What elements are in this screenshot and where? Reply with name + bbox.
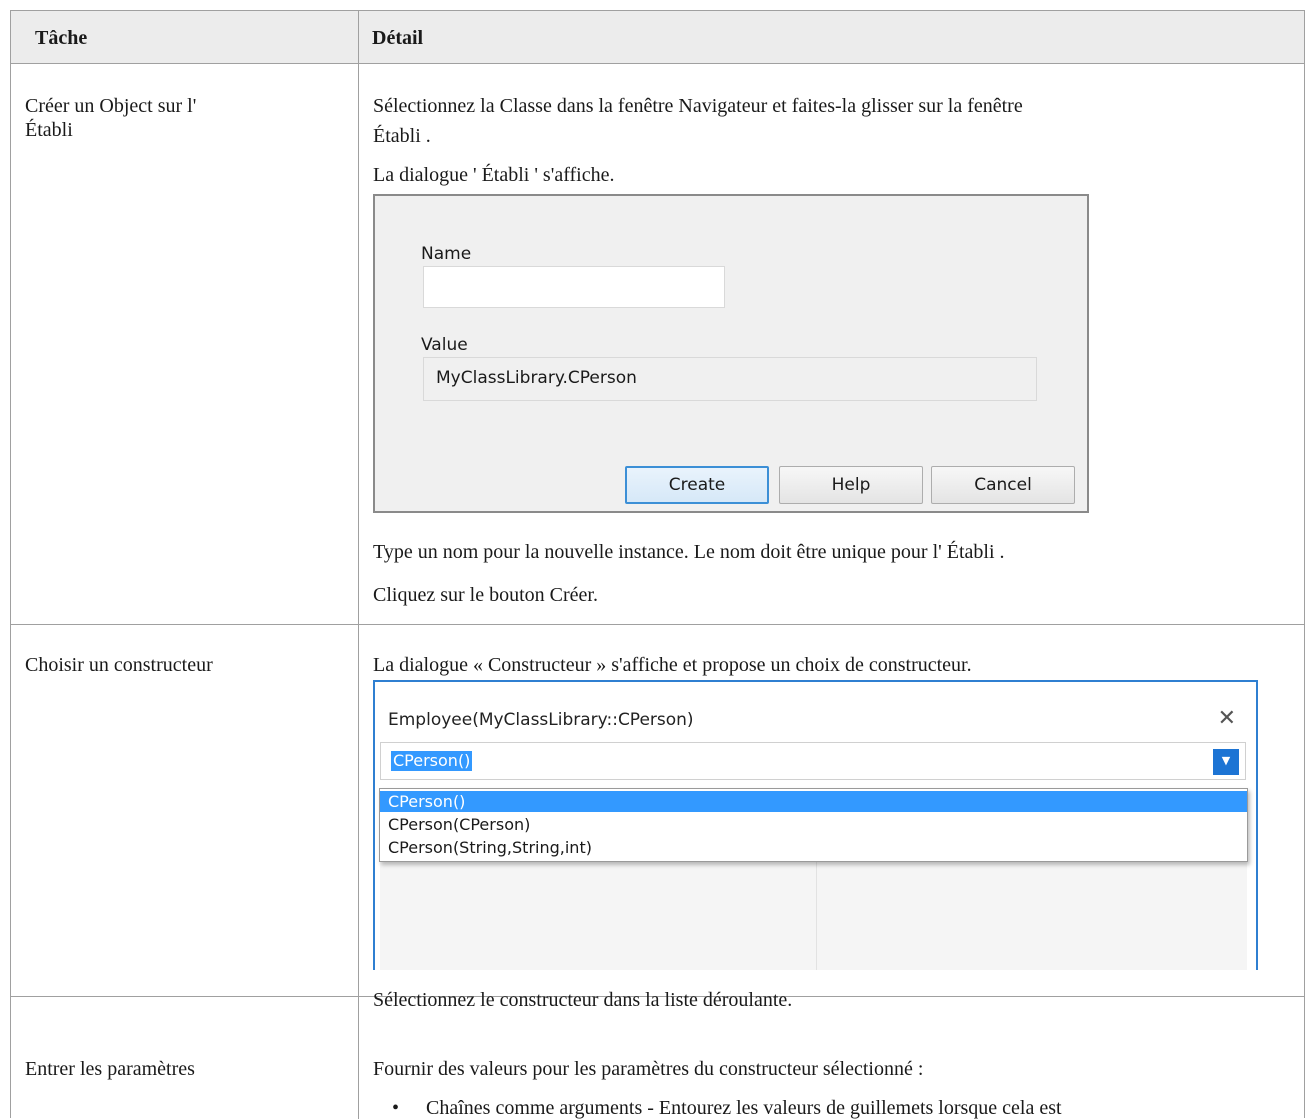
bullet-text: Chaînes comme arguments - Entourez les v… <box>426 1097 1062 1119</box>
row1-intro-line1: Sélectionnez la Classe dans la fenêtre N… <box>373 95 1023 117</box>
row1-after2: Cliquez sur le bouton Créer. <box>373 584 598 606</box>
row3-intro: Fournir des valeurs pour les paramètres … <box>373 1058 924 1080</box>
list-item[interactable]: CPerson(String,String,int) <box>380 837 1247 858</box>
constructor-dropdown-list: CPerson() CPerson(CPerson) CPerson(Strin… <box>379 788 1248 862</box>
workbench-dialog: Name Value MyClassLibrary.CPerson Create… <box>373 194 1089 513</box>
value-label: Value <box>421 335 468 355</box>
list-item[interactable]: CPerson() <box>380 791 1247 812</box>
name-label: Name <box>421 244 472 264</box>
task-choose-constructor: Choisir un constructeur <box>25 653 213 677</box>
row-divider <box>11 624 1304 625</box>
selected-constructor: CPerson() <box>391 751 473 771</box>
header-task: Tâche <box>35 27 88 49</box>
task-enter-parameters: Entrer les paramètres <box>25 1057 195 1081</box>
row2-intro: La dialogue « Constructeur » s'affiche e… <box>373 654 972 676</box>
row1-intro-line2: Établi . <box>373 125 431 147</box>
constructor-select[interactable]: CPerson() ▼ <box>380 742 1246 780</box>
close-icon[interactable]: ✕ <box>1218 706 1236 731</box>
cancel-button[interactable]: Cancel <box>931 466 1075 504</box>
table-header: Tâche Détail <box>11 11 1304 64</box>
bullet-item: • Chaînes comme arguments - Entourez les… <box>392 1096 1062 1120</box>
task-label: Entrer les paramètres <box>25 1058 195 1080</box>
constructor-dialog: Employee(MyClassLibrary::CPerson) ✕ CPer… <box>373 680 1258 970</box>
dialog-title: Employee(MyClassLibrary::CPerson) <box>388 710 694 730</box>
column-divider <box>358 11 359 1119</box>
value-field: MyClassLibrary.CPerson <box>423 357 1037 401</box>
header-detail: Détail <box>372 27 424 49</box>
list-item[interactable]: CPerson(CPerson) <box>380 814 1247 835</box>
task-label: Créer un Object sur l' Établi <box>25 95 197 141</box>
name-input[interactable] <box>423 266 725 308</box>
row1-after1: Type un nom pour la nouvelle instance. L… <box>373 541 1005 563</box>
row2-after: Sélectionnez le constructeur dans la lis… <box>373 989 793 1011</box>
task-label: Choisir un constructeur <box>25 654 213 676</box>
chevron-down-icon[interactable]: ▼ <box>1213 749 1239 775</box>
bullet-icon: • <box>392 1097 400 1119</box>
help-button[interactable]: Help <box>779 466 923 504</box>
create-button[interactable]: Create <box>625 466 769 504</box>
task-create-object: Créer un Object sur l' Établi <box>25 94 196 142</box>
row1-dialog-note: La dialogue ' Établi ' s'affiche. <box>373 164 615 186</box>
